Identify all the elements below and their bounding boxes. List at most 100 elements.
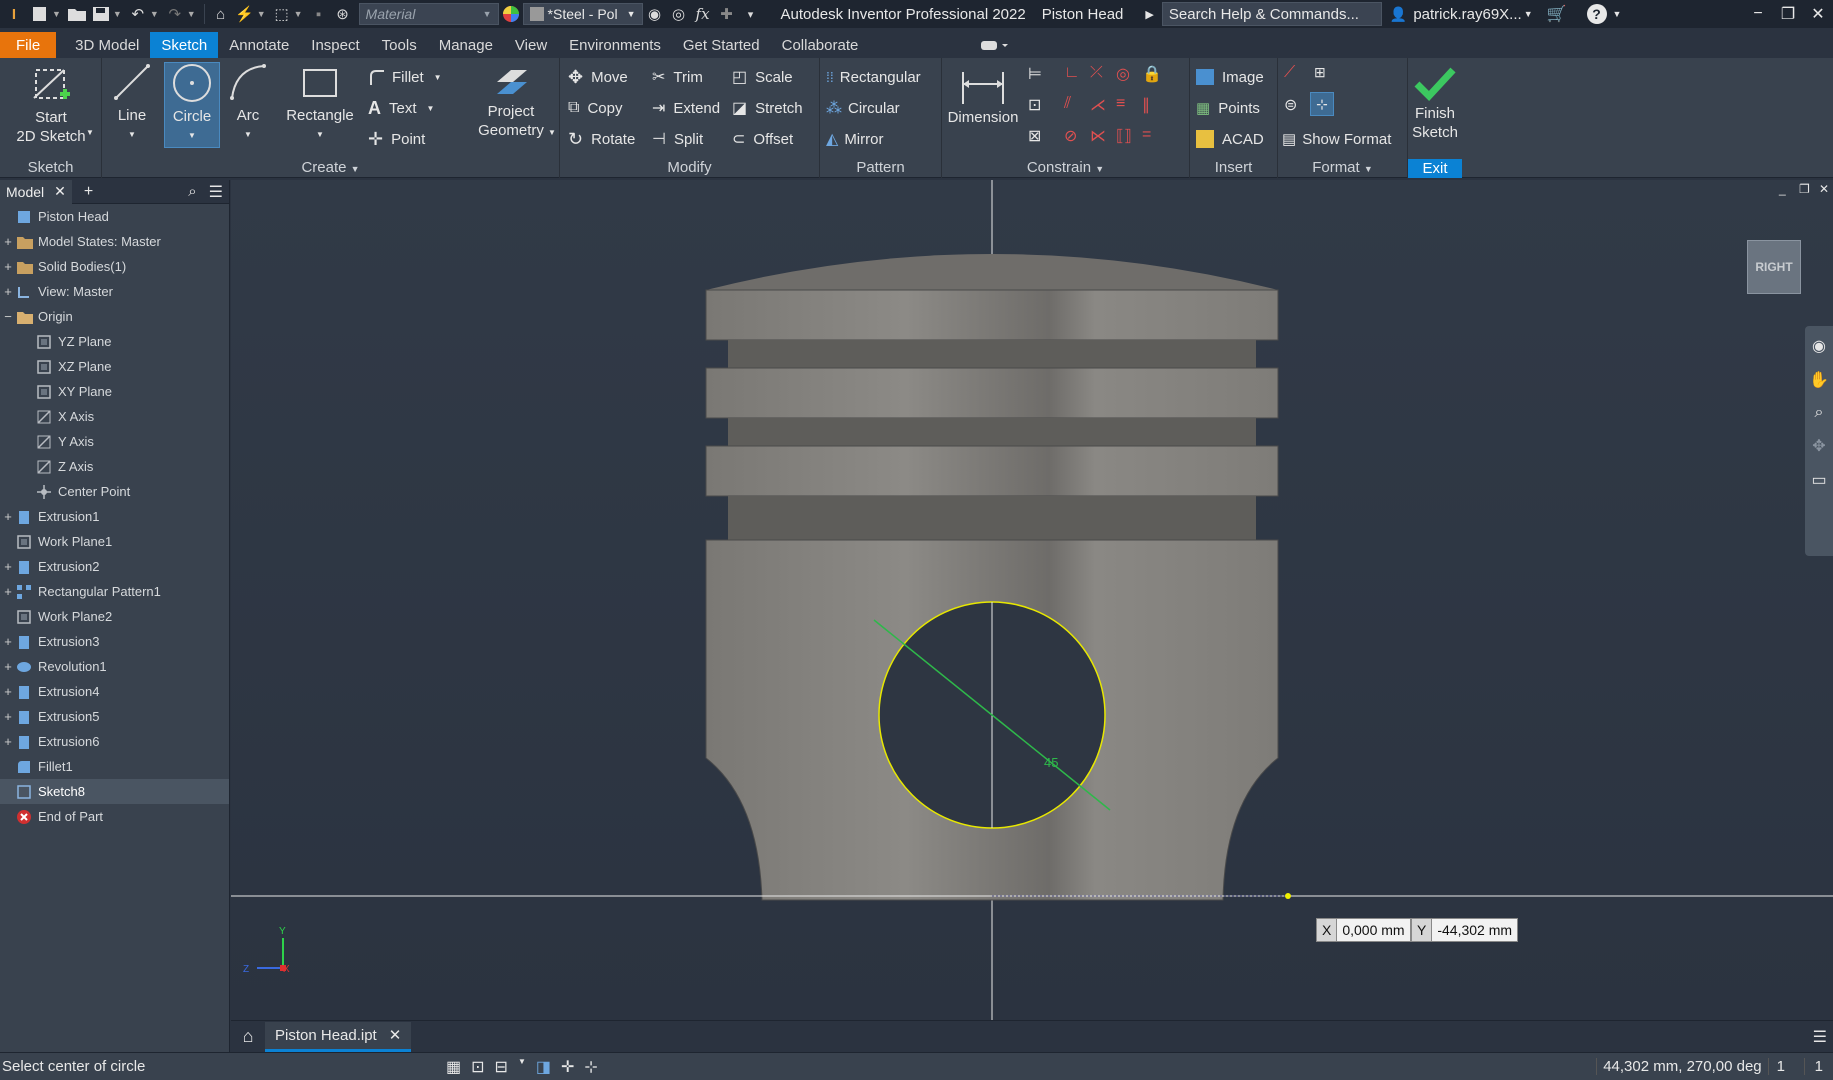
appearance-icon[interactable] <box>499 0 523 28</box>
look-at-icon[interactable]: ▭ <box>1811 470 1826 490</box>
tab-tools[interactable]: Tools <box>371 32 428 58</box>
tree-item-origin[interactable]: − Origin <box>0 304 229 329</box>
circle-button[interactable]: Circle ▼ <box>164 62 220 148</box>
collinear-icon[interactable]: ⋌ <box>1090 95 1106 115</box>
tree-item-extrusion2[interactable]: + Extrusion2 <box>0 554 229 579</box>
appearance-select[interactable]: *Steel - Pol ▼ <box>522 3 643 25</box>
project-geometry-button[interactable]: Project Geometry <box>468 64 554 140</box>
model-canvas[interactable]: 45 Y Z X <box>231 180 1833 1020</box>
tree-item-xz-plane[interactable]: XZ Plane <box>0 354 229 379</box>
tree-item-x-axis[interactable]: X Axis <box>0 404 229 429</box>
viewcube[interactable]: RIGHT <box>1747 240 1801 294</box>
split-button[interactable]: ⊣ Split <box>652 126 703 152</box>
update-dropdown-icon[interactable]: ▼ <box>257 9 266 19</box>
customize-icon[interactable]: ▾ <box>739 0 763 28</box>
user-dropdown-icon[interactable]: ▼ <box>1524 9 1533 19</box>
tab-3d-model[interactable]: 3D Model <box>64 32 150 58</box>
close-icon[interactable]: ✕ <box>1803 0 1833 28</box>
fix-icon[interactable]: 🔒 <box>1142 64 1162 84</box>
pan-icon[interactable]: ✋ <box>1809 370 1829 390</box>
tab-get-started[interactable]: Get Started <box>672 32 771 58</box>
tab-annotate[interactable]: Annotate <box>218 32 300 58</box>
update-icon[interactable]: ⚡ <box>233 0 257 28</box>
grid-snap-icon[interactable]: ▦ <box>446 1057 461 1077</box>
new-file-icon[interactable] <box>28 0 52 28</box>
expand-icon[interactable]: + <box>0 659 16 674</box>
search-input[interactable]: Search Help & Commands... <box>1161 2 1382 26</box>
expand-icon[interactable]: + <box>0 634 16 649</box>
save-icon[interactable] <box>89 0 113 28</box>
restore-icon[interactable]: ❐ <box>1773 0 1803 28</box>
tree-item-extrusion1[interactable]: + Extrusion1 <box>0 504 229 529</box>
tree-item-work-plane1[interactable]: Work Plane1 <box>0 529 229 554</box>
rectangle-button[interactable]: Rectangle ▼ <box>278 62 362 148</box>
extend-button[interactable]: ⇥ Extend <box>652 95 720 121</box>
graphics-window[interactable]: 45 Y Z X RIGHT _ ❐ ✕ ◉ ✋ ⌕ ✥ ▭ X 0,000 m… <box>231 180 1833 1020</box>
clear-appearance-icon[interactable]: ◎ <box>667 0 691 28</box>
adjust-appearance-icon[interactable]: ◉ <box>643 0 667 28</box>
vertical-icon[interactable]: ∥ <box>1142 95 1150 115</box>
scale-button[interactable]: ◰ Scale <box>732 64 793 90</box>
sketch-snap-icon[interactable]: ⊹ <box>584 1057 597 1077</box>
visibility-icon[interactable]: ▪ <box>307 0 331 28</box>
menu-icon[interactable]: ☰ <box>209 182 223 202</box>
tree-item-view-master[interactable]: + View: Master <box>0 279 229 304</box>
tree-item-rectangular-pattern1[interactable]: + Rectangular Pattern1 <box>0 579 229 604</box>
perpendicular-icon[interactable]: ∟ <box>1064 64 1080 82</box>
tab-file[interactable]: File <box>0 32 57 58</box>
tree-item-revolution1[interactable]: + Revolution1 <box>0 654 229 679</box>
tree-item-z-axis[interactable]: Z Axis <box>0 454 229 479</box>
tree-item-center-point[interactable]: Center Point <box>0 479 229 504</box>
redo-dropdown-icon[interactable]: ▼ <box>187 9 196 19</box>
move-button[interactable]: ✥ Move <box>568 64 628 90</box>
tree-item-model-states-master[interactable]: + Model States: Master <box>0 229 229 254</box>
tab-inspect[interactable]: Inspect <box>300 32 370 58</box>
parallel-icon[interactable]: ⫽ <box>1064 95 1071 113</box>
tree-item-piston-head[interactable]: Piston Head <box>0 204 229 229</box>
image-button[interactable]: Image <box>1196 64 1264 90</box>
expand-icon[interactable]: + <box>0 584 16 599</box>
redo-icon[interactable]: ↷ <box>163 0 187 28</box>
save-dropdown-icon[interactable]: ▼ <box>113 9 122 19</box>
coordinate-input-y[interactable]: Y -44,302 mm <box>1411 918 1519 942</box>
construction-icon[interactable]: ⟋ <box>1284 64 1295 82</box>
finish-sketch-button[interactable]: Finish Sketch <box>1408 64 1462 142</box>
cart-icon[interactable]: 🛒 <box>1547 4 1567 24</box>
select-icon[interactable]: ⬚ <box>270 0 294 28</box>
offset-button[interactable]: ⊂ Offset <box>732 126 793 152</box>
create-group-label[interactable]: Create ▼ <box>102 159 559 176</box>
point-button[interactable]: ✛ Point <box>368 126 425 152</box>
tab-menu-icon[interactable]: ☰ <box>1813 1027 1827 1047</box>
persist-constraints-icon[interactable]: ⊟ <box>495 1057 508 1077</box>
show-format-button[interactable]: ▤ Show Format <box>1282 126 1391 152</box>
open-folder-icon[interactable] <box>65 0 89 28</box>
help-icon[interactable]: ? <box>1586 4 1607 24</box>
viewport-restore-icon[interactable]: ❐ <box>1799 182 1810 196</box>
diameter-dimension-value[interactable]: 45 <box>1044 755 1058 770</box>
rotate-button[interactable]: ↻ Rotate <box>568 126 635 152</box>
minimize-icon[interactable]: − <box>1743 0 1773 28</box>
centerline-icon[interactable]: ⊜ <box>1284 95 1297 115</box>
show-constraints-icon[interactable]: ⊡ <box>1028 95 1041 115</box>
chevron-down-icon[interactable]: ▼ <box>518 1057 526 1077</box>
tree-item-solid-bodies-1[interactable]: + Solid Bodies(1) <box>0 254 229 279</box>
tree-item-fillet1[interactable]: Fillet1 <box>0 754 229 779</box>
tree-item-y-axis[interactable]: Y Axis <box>0 429 229 454</box>
tab-environments[interactable]: Environments <box>558 32 672 58</box>
material-icon[interactable]: ⊛ <box>331 0 355 28</box>
undo-icon[interactable]: ↶ <box>126 0 150 28</box>
constraint-settings-icon[interactable]: ⊠ <box>1028 126 1041 146</box>
tree-item-xy-plane[interactable]: XY Plane <box>0 379 229 404</box>
user-icon[interactable]: 👤 <box>1390 6 1407 23</box>
tree-item-extrusion3[interactable]: + Extrusion3 <box>0 629 229 654</box>
help-dropdown-icon[interactable]: ▼ <box>1613 9 1622 19</box>
ribbon-display-toggle[interactable] <box>969 32 1021 58</box>
tree-item-work-plane2[interactable]: Work Plane2 <box>0 604 229 629</box>
tab-piston-head-ipt[interactable]: Piston Head.ipt ✕ <box>265 1021 412 1052</box>
viewport-minimize-icon[interactable]: _ <box>1779 182 1786 196</box>
expand-icon[interactable]: + <box>0 259 16 274</box>
tree-item-extrusion6[interactable]: + Extrusion6 <box>0 729 229 754</box>
tab-view[interactable]: View <box>504 32 558 58</box>
tab-collaborate[interactable]: Collaborate <box>771 32 870 58</box>
undo-dropdown-icon[interactable]: ▼ <box>150 9 159 19</box>
